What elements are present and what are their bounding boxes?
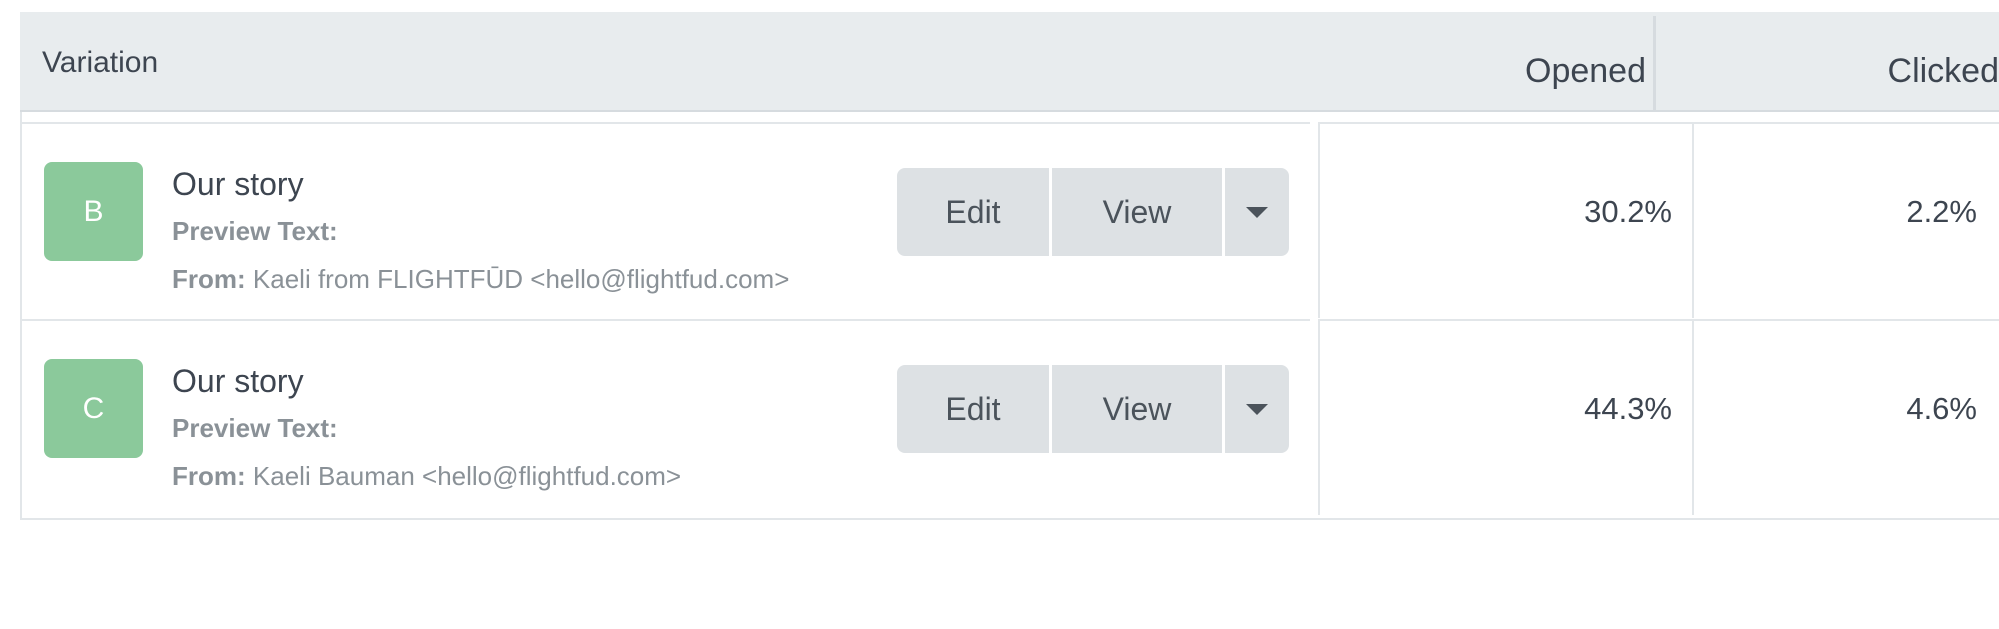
from-line: From: Kaeli from FLIGHTFŪD <hello@flight…: [172, 264, 789, 295]
edit-button[interactable]: Edit: [897, 365, 1049, 453]
clicked-cell: 4.6%: [1692, 319, 1999, 515]
from-line: From: Kaeli Bauman <hello@flightfud.com>: [172, 461, 681, 492]
opened-cell: 44.3%: [1318, 319, 1694, 515]
from-label: From:: [172, 264, 246, 294]
more-actions-button[interactable]: [1225, 365, 1289, 453]
more-actions-button[interactable]: [1225, 168, 1289, 256]
header-variation: Variation: [42, 46, 159, 79]
opened-cell: 30.2%: [1318, 122, 1694, 318]
edit-button[interactable]: Edit: [897, 168, 1049, 256]
from-value: Kaeli from FLIGHTFŪD <hello@flightfud.co…: [252, 264, 790, 294]
preview-text-label: Preview Text:: [172, 413, 338, 443]
opened-rate: 44.3%: [1584, 391, 1672, 426]
clicked-rate: 4.6%: [1906, 391, 1977, 426]
caret-down-icon: [1246, 403, 1268, 415]
from-label: From:: [172, 461, 246, 491]
header-clicked[interactable]: Clicked: [1680, 52, 1999, 91]
action-button-group: Edit View: [897, 365, 1289, 453]
table-header: Variation Opened Clicked: [20, 12, 1999, 112]
clicked-cell: 2.2%: [1692, 122, 1999, 318]
variation-cell: B Our story Preview Text: From: Kaeli fr…: [20, 122, 1310, 318]
action-button-group: Edit View: [897, 168, 1289, 256]
variation-badge: B: [44, 162, 143, 261]
variation-badge: C: [44, 359, 143, 458]
from-value: Kaeli Bauman <hello@flightfud.com>: [252, 461, 682, 491]
header-divider: [1653, 16, 1656, 112]
table-row: B Our story Preview Text: From: Kaeli fr…: [20, 122, 1999, 318]
email-subject: Our story: [172, 363, 304, 399]
view-button[interactable]: View: [1052, 365, 1222, 453]
table-row: C Our story Preview Text: From: Kaeli Ba…: [20, 319, 1999, 515]
preview-text-label: Preview Text:: [172, 216, 338, 246]
email-subject: Our story: [172, 166, 304, 202]
header-opened[interactable]: Opened: [1330, 52, 1646, 91]
caret-down-icon: [1246, 206, 1268, 218]
opened-rate: 30.2%: [1584, 194, 1672, 229]
clicked-rate: 2.2%: [1906, 194, 1977, 229]
variations-table: Variation Opened Clicked B Our story Pre…: [20, 12, 1999, 520]
variation-cell: C Our story Preview Text: From: Kaeli Ba…: [20, 319, 1310, 515]
view-button[interactable]: View: [1052, 168, 1222, 256]
